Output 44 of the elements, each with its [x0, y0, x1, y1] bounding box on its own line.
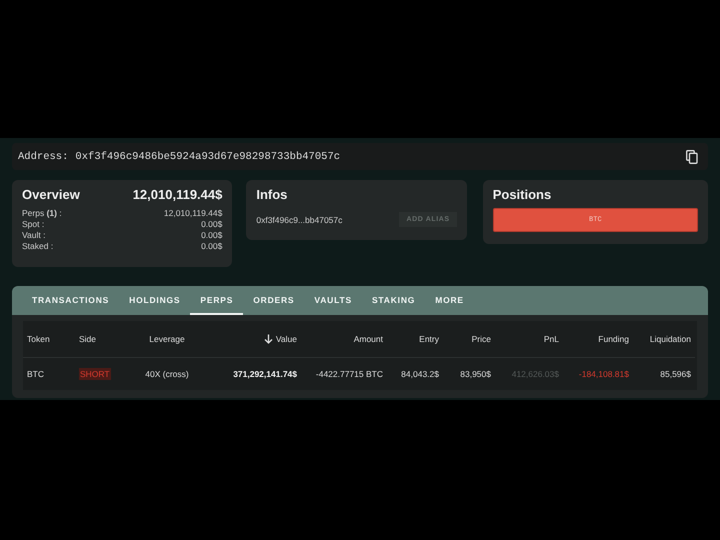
- balance-label: Spot :: [22, 219, 46, 229]
- total-value: 12,010,119.44$: [132, 187, 222, 202]
- table-cell: 84,043.2$: [401, 369, 439, 379]
- table-cell: -184,108.81$: [578, 369, 629, 379]
- table-cell: 83,950$: [460, 369, 491, 379]
- column-header[interactable]: Value: [215, 321, 301, 358]
- table-cell: -4422.77715 BTC: [316, 369, 383, 379]
- table-cell: 85,596$: [660, 369, 691, 379]
- table-cell: 40X (cross): [145, 369, 189, 379]
- balance-value: 12,010,119.44$: [164, 208, 222, 218]
- tab[interactable]: MORE: [425, 286, 474, 315]
- tab[interactable]: VAULTS: [304, 286, 362, 315]
- card-title: Overview: [22, 187, 80, 202]
- tab[interactable]: HOLDINGS: [119, 286, 190, 315]
- column-header[interactable]: Price: [443, 321, 495, 358]
- tab[interactable]: PERPS: [190, 286, 244, 315]
- column-header[interactable]: Side: [75, 321, 119, 358]
- address-label: Address:: [18, 150, 68, 162]
- table-cell: SHORT: [79, 368, 111, 380]
- short-address: 0xf3f496c9...bb47057c: [256, 214, 342, 224]
- card-title: Positions: [492, 187, 552, 202]
- table-cell: BTC: [27, 369, 44, 379]
- balance-label: Staked :: [22, 241, 54, 251]
- table-cell: 412,626.03$: [512, 369, 559, 379]
- table-cell: 371,292,141.74$: [233, 369, 297, 379]
- column-header[interactable]: Entry: [387, 321, 443, 358]
- address-value: 0xf3f496c9486be5924a93d67e98298733bb47057c: [75, 150, 340, 162]
- column-header[interactable]: Token: [23, 321, 75, 358]
- copy-icon[interactable]: [686, 150, 698, 164]
- column-header[interactable]: Amount: [301, 321, 387, 358]
- column-header[interactable]: Liquidation: [633, 321, 695, 358]
- balance-value: 0.00$: [201, 241, 222, 251]
- tab[interactable]: ORDERS: [243, 286, 304, 315]
- column-header[interactable]: Funding: [563, 321, 633, 358]
- column-header[interactable]: PnL: [495, 321, 563, 358]
- column-header[interactable]: Leverage: [119, 321, 215, 358]
- balance-label: Vault :: [22, 230, 46, 240]
- card-title: Infos: [256, 187, 288, 202]
- tab[interactable]: STAKING: [362, 286, 426, 315]
- balance-label: Perps (1) :: [22, 208, 63, 218]
- sort-arrow-icon: [264, 334, 273, 344]
- balance-value: 0.00$: [201, 230, 222, 240]
- balance-value: 0.00$: [201, 219, 222, 229]
- tab[interactable]: TRANSACTIONS: [22, 286, 120, 315]
